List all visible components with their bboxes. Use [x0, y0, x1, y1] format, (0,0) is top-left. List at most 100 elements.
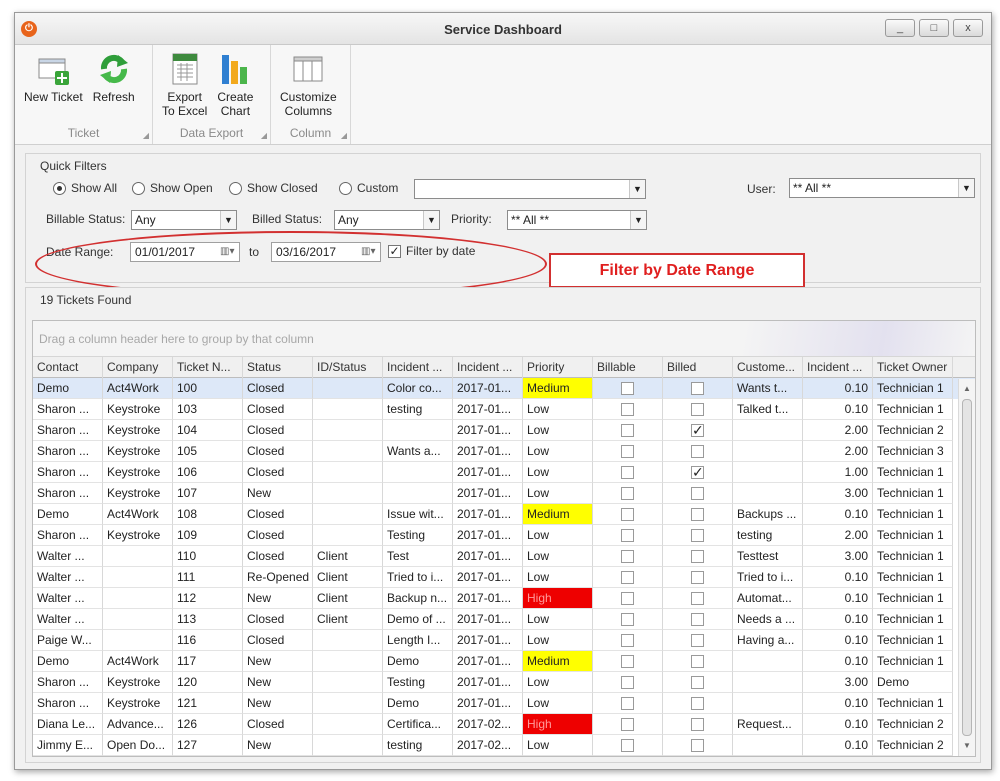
table-row[interactable]: Diana Le... Advance... 126 Closed Certifica.…: [33, 714, 975, 735]
maximize-button[interactable]: □: [919, 19, 949, 37]
billable-checkbox[interactable]: [621, 634, 634, 648]
billed-checkbox[interactable]: [691, 445, 704, 459]
billed-checkbox[interactable]: [691, 508, 704, 522]
billed-checkbox[interactable]: [691, 529, 704, 543]
column-customer-header[interactable]: Custome...: [733, 357, 803, 378]
table-row[interactable]: Sharon ... Keystroke 103 Closed testing 2017-…: [33, 399, 975, 420]
billed-checkbox[interactable]: [691, 655, 704, 669]
billed-checkbox[interactable]: [691, 382, 704, 396]
table-row[interactable]: Walter ... 111 Re-Opened Client Tried to i..…: [33, 567, 975, 588]
billed-checkbox[interactable]: [691, 634, 704, 648]
table-row[interactable]: Walter ... 110 Closed Client Test 2017-01... L…: [33, 546, 975, 567]
group-by-panel[interactable]: Drag a column header here to group by th…: [33, 321, 975, 357]
billed-checkbox[interactable]: [691, 718, 704, 732]
chevron-down-icon[interactable]: ▼: [220, 211, 236, 229]
billable-checkbox[interactable]: [621, 487, 634, 501]
table-row[interactable]: Sharon ... Keystroke 106 Closed 2017-01... Lo…: [33, 462, 975, 483]
billable-checkbox[interactable]: [621, 739, 634, 753]
table-row[interactable]: Demo Act4Work 108 Closed Issue wit... 2017-01…: [33, 504, 975, 525]
radio-custom[interactable]: Custom: [339, 181, 398, 195]
column-priority-header[interactable]: Priority: [523, 357, 593, 378]
billed-checkbox[interactable]: [691, 571, 704, 585]
column-id-status-header[interactable]: ID/Status: [313, 357, 383, 378]
billable-checkbox[interactable]: [621, 718, 634, 732]
radio-indicator[interactable]: [229, 181, 242, 195]
group-launcher-icon[interactable]: ◢: [261, 131, 267, 140]
scroll-up-icon[interactable]: ▲: [959, 381, 975, 397]
billable-checkbox[interactable]: [621, 655, 634, 669]
billed-checkbox[interactable]: [691, 550, 704, 564]
billed-checkbox[interactable]: ✓: [691, 423, 704, 438]
billable-checkbox[interactable]: [621, 424, 634, 438]
table-row[interactable]: Sharon ... Keystroke 104 Closed 2017-01... Lo…: [33, 420, 975, 441]
radio-show-closed[interactable]: Show Closed: [229, 181, 318, 195]
billable-checkbox[interactable]: [621, 613, 634, 627]
column-incident-header[interactable]: Incident ...: [383, 357, 453, 378]
close-button[interactable]: x: [953, 19, 983, 37]
column-ticket-owner-header[interactable]: Ticket Owner: [873, 357, 953, 378]
billable-checkbox[interactable]: [621, 403, 634, 417]
billable-checkbox[interactable]: [621, 466, 634, 480]
table-row[interactable]: Sharon ... Keystroke 105 Closed Wants a... 20…: [33, 441, 975, 462]
custom-filter-select[interactable]: [414, 179, 646, 199]
chevron-down-icon[interactable]: ▼: [630, 211, 646, 229]
company-cell: Keystroke: [103, 399, 173, 420]
radio-show-open[interactable]: Show Open: [132, 181, 213, 195]
billed-checkbox[interactable]: [691, 592, 704, 606]
billable-checkbox[interactable]: [621, 550, 634, 564]
table-row[interactable]: Jimmy E... Open Do... 127 New testing 2017-02…: [33, 735, 975, 756]
billable-checkbox[interactable]: [621, 529, 634, 543]
billable-checkbox[interactable]: [621, 676, 634, 690]
radio-indicator[interactable]: [339, 181, 352, 195]
table-row[interactable]: Sharon ... Keystroke 107 New 2017-01... Low 3.…: [33, 483, 975, 504]
table-row[interactable]: Paige W... 116 Closed Length I... 2017-01...…: [33, 630, 975, 651]
billable-checkbox[interactable]: [621, 508, 634, 522]
user-select[interactable]: ** All ** ▼: [789, 178, 975, 198]
billed-checkbox[interactable]: [691, 676, 704, 690]
table-row[interactable]: Sharon ... Keystroke 109 Closed Testing 2017-…: [33, 525, 975, 546]
vertical-scrollbar[interactable]: ▲ ▼: [958, 379, 975, 756]
column-incident-hours-header[interactable]: Incident ...: [803, 357, 873, 378]
radio-show-all[interactable]: Show All: [53, 181, 117, 195]
billed-checkbox[interactable]: [691, 613, 704, 627]
radio-indicator[interactable]: [53, 181, 66, 195]
column-company-header[interactable]: Company: [103, 357, 173, 378]
column-contact-header[interactable]: Contact: [33, 357, 103, 378]
scroll-thumb[interactable]: [962, 399, 972, 736]
custom-filter-dropdown[interactable]: ▼: [629, 179, 646, 199]
billed-checkbox[interactable]: ✓: [691, 465, 704, 480]
chevron-down-icon[interactable]: ▼: [629, 180, 645, 198]
billable-checkbox[interactable]: [621, 382, 634, 396]
radio-indicator[interactable]: [132, 181, 145, 195]
billed-checkbox[interactable]: [691, 487, 704, 501]
table-row[interactable]: Demo Act4Work 117 New Demo 2017-01... Medium 0.…: [33, 651, 975, 672]
billed-checkbox[interactable]: [691, 739, 704, 753]
chevron-down-icon[interactable]: ▼: [423, 211, 439, 229]
column-billable-header[interactable]: Billable: [593, 357, 663, 378]
group-launcher-icon[interactable]: ◢: [143, 131, 149, 140]
priority-select[interactable]: ** All ** ▼: [507, 210, 647, 230]
billable-checkbox[interactable]: [621, 445, 634, 459]
billed-checkbox[interactable]: [691, 403, 704, 417]
table-row[interactable]: Sharon ... Keystroke 121 New Demo 2017-01... L…: [33, 693, 975, 714]
billed-status-select[interactable]: Any ▼: [334, 210, 440, 230]
table-row[interactable]: Sharon ... Keystroke 120 New Testing 2017-01.…: [33, 672, 975, 693]
column-status-header[interactable]: Status: [243, 357, 313, 378]
table-row[interactable]: Demo Act4Work 100 Closed Color co... 2017-01.…: [33, 378, 975, 399]
billable-checkbox[interactable]: [621, 697, 634, 711]
billed-checkbox[interactable]: [691, 697, 704, 711]
table-row[interactable]: Walter ... 112 New Client Backup n... 2017-01…: [33, 588, 975, 609]
column-billed-header[interactable]: Billed: [663, 357, 733, 378]
billable-checkbox[interactable]: [621, 571, 634, 585]
billable-status-select[interactable]: Any ▼: [131, 210, 237, 230]
column-ticket-number-header[interactable]: Ticket N...: [173, 357, 243, 378]
scroll-down-icon[interactable]: ▼: [959, 738, 975, 754]
minimize-button[interactable]: _: [885, 19, 915, 37]
column-incident-date-header[interactable]: Incident ...: [453, 357, 523, 378]
chevron-down-icon[interactable]: ▼: [958, 179, 974, 197]
table-row[interactable]: Walter ... 113 Closed Client Demo of ... 2017…: [33, 609, 975, 630]
ticket-number-cell: 107: [173, 483, 243, 504]
ticket-number-cell: 110: [173, 546, 243, 567]
group-launcher-icon[interactable]: ◢: [341, 131, 347, 140]
billable-checkbox[interactable]: [621, 592, 634, 606]
